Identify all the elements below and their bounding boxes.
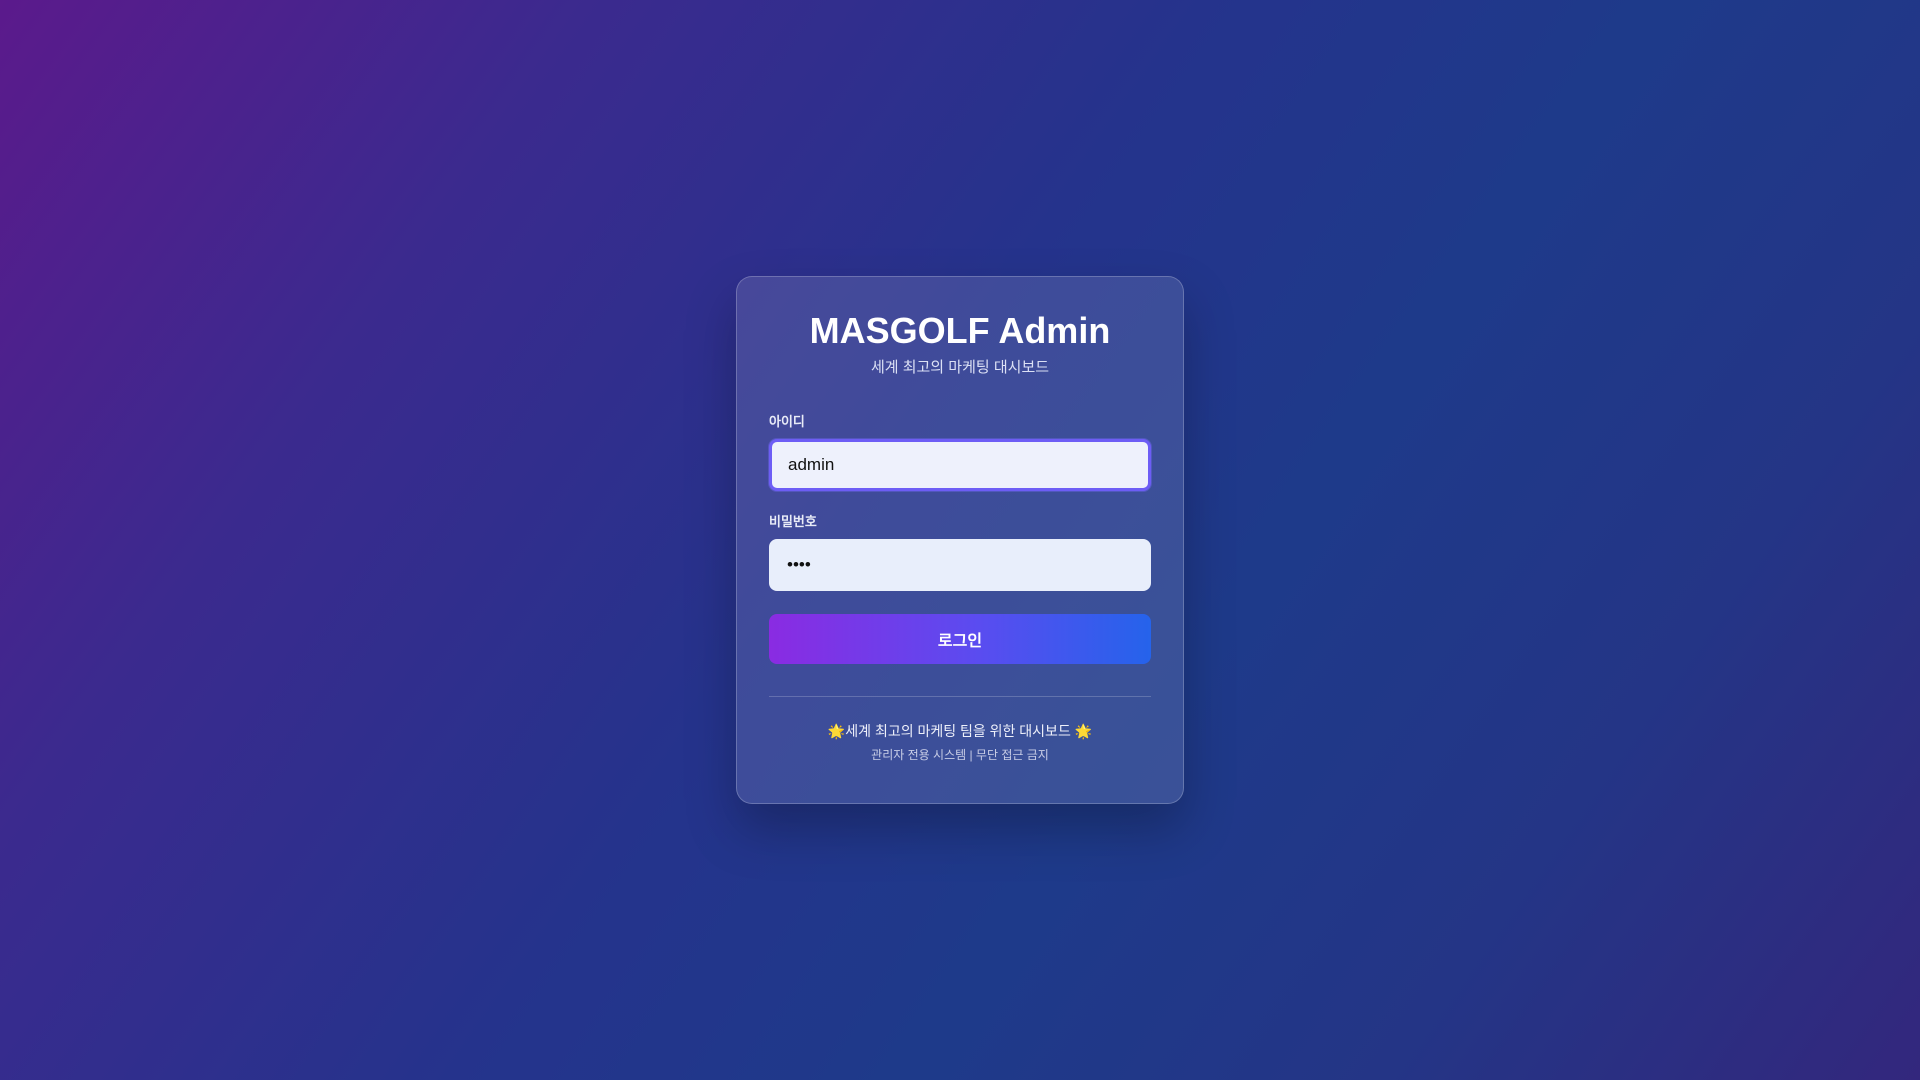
- username-field-group: 아이디: [769, 413, 1151, 491]
- footer-tagline: 🌟세계 최고의 마케팅 팀을 위한 대시보드 🌟: [827, 723, 1093, 739]
- page-title: MASGOLF Admin: [809, 310, 1111, 351]
- password-label: 비밀번호: [769, 514, 817, 529]
- password-field-group: 비밀번호: [769, 513, 1151, 591]
- page-subtitle: 세계 최고의 마케팅 대시보드: [870, 359, 1050, 376]
- username-input[interactable]: [769, 439, 1151, 491]
- login-card: MASGOLF Admin 세계 최고의 마케팅 대시보드 아이디 비밀번호 로…: [736, 276, 1184, 804]
- username-label: 아이디: [769, 414, 805, 429]
- footer-notice: 관리자 전용 시스템 | 무단 접근 금지: [871, 748, 1049, 762]
- divider: [769, 696, 1151, 697]
- password-input[interactable]: [769, 539, 1151, 591]
- login-button[interactable]: 로그인: [769, 614, 1151, 664]
